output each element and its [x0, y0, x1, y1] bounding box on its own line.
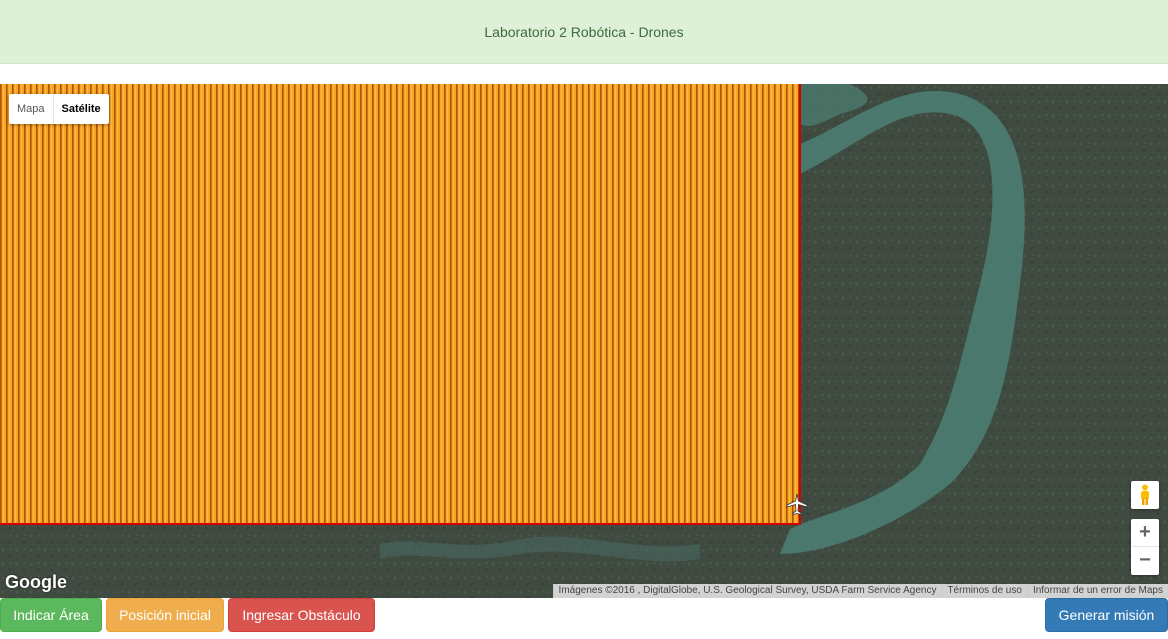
- street-view-pegman[interactable]: [1131, 481, 1159, 509]
- map-type-control: Mapa Satélite: [9, 94, 109, 124]
- satellite-imagery: [0, 84, 1168, 598]
- map-attribution: Imágenes ©2016 , DigitalGlobe, U.S. Geol…: [552, 584, 1168, 598]
- terms-link[interactable]: Términos de uso: [941, 584, 1027, 598]
- zoom-out-button[interactable]: −: [1131, 547, 1159, 575]
- zoom-in-button[interactable]: +: [1131, 519, 1159, 547]
- zoom-control: + −: [1131, 519, 1159, 575]
- coverage-path: [0, 84, 800, 524]
- indicate-area-button[interactable]: Indicar Área: [0, 598, 102, 632]
- drone-icon[interactable]: [785, 492, 809, 521]
- add-obstacle-button[interactable]: Ingresar Obstáculo: [228, 598, 375, 632]
- imagery-attribution: Imágenes ©2016 , DigitalGlobe, U.S. Geol…: [552, 584, 942, 598]
- page-title: Laboratorio 2 Robótica - Drones: [484, 23, 684, 40]
- map-type-map-button[interactable]: Mapa: [9, 94, 54, 124]
- report-error-link[interactable]: Informar de un error de Maps: [1026, 584, 1168, 598]
- map-view[interactable]: Mapa Satélite + − Google Imágenes ©2016 …: [0, 84, 1168, 598]
- map-type-satellite-button[interactable]: Satélite: [54, 94, 109, 124]
- google-logo: Google: [5, 572, 67, 592]
- pegman-icon: [1141, 484, 1149, 505]
- initial-position-button[interactable]: Posición inicial: [106, 598, 224, 632]
- page-header: Laboratorio 2 Robótica - Drones: [0, 0, 1168, 64]
- generate-mission-button[interactable]: Generar misión: [1045, 598, 1168, 632]
